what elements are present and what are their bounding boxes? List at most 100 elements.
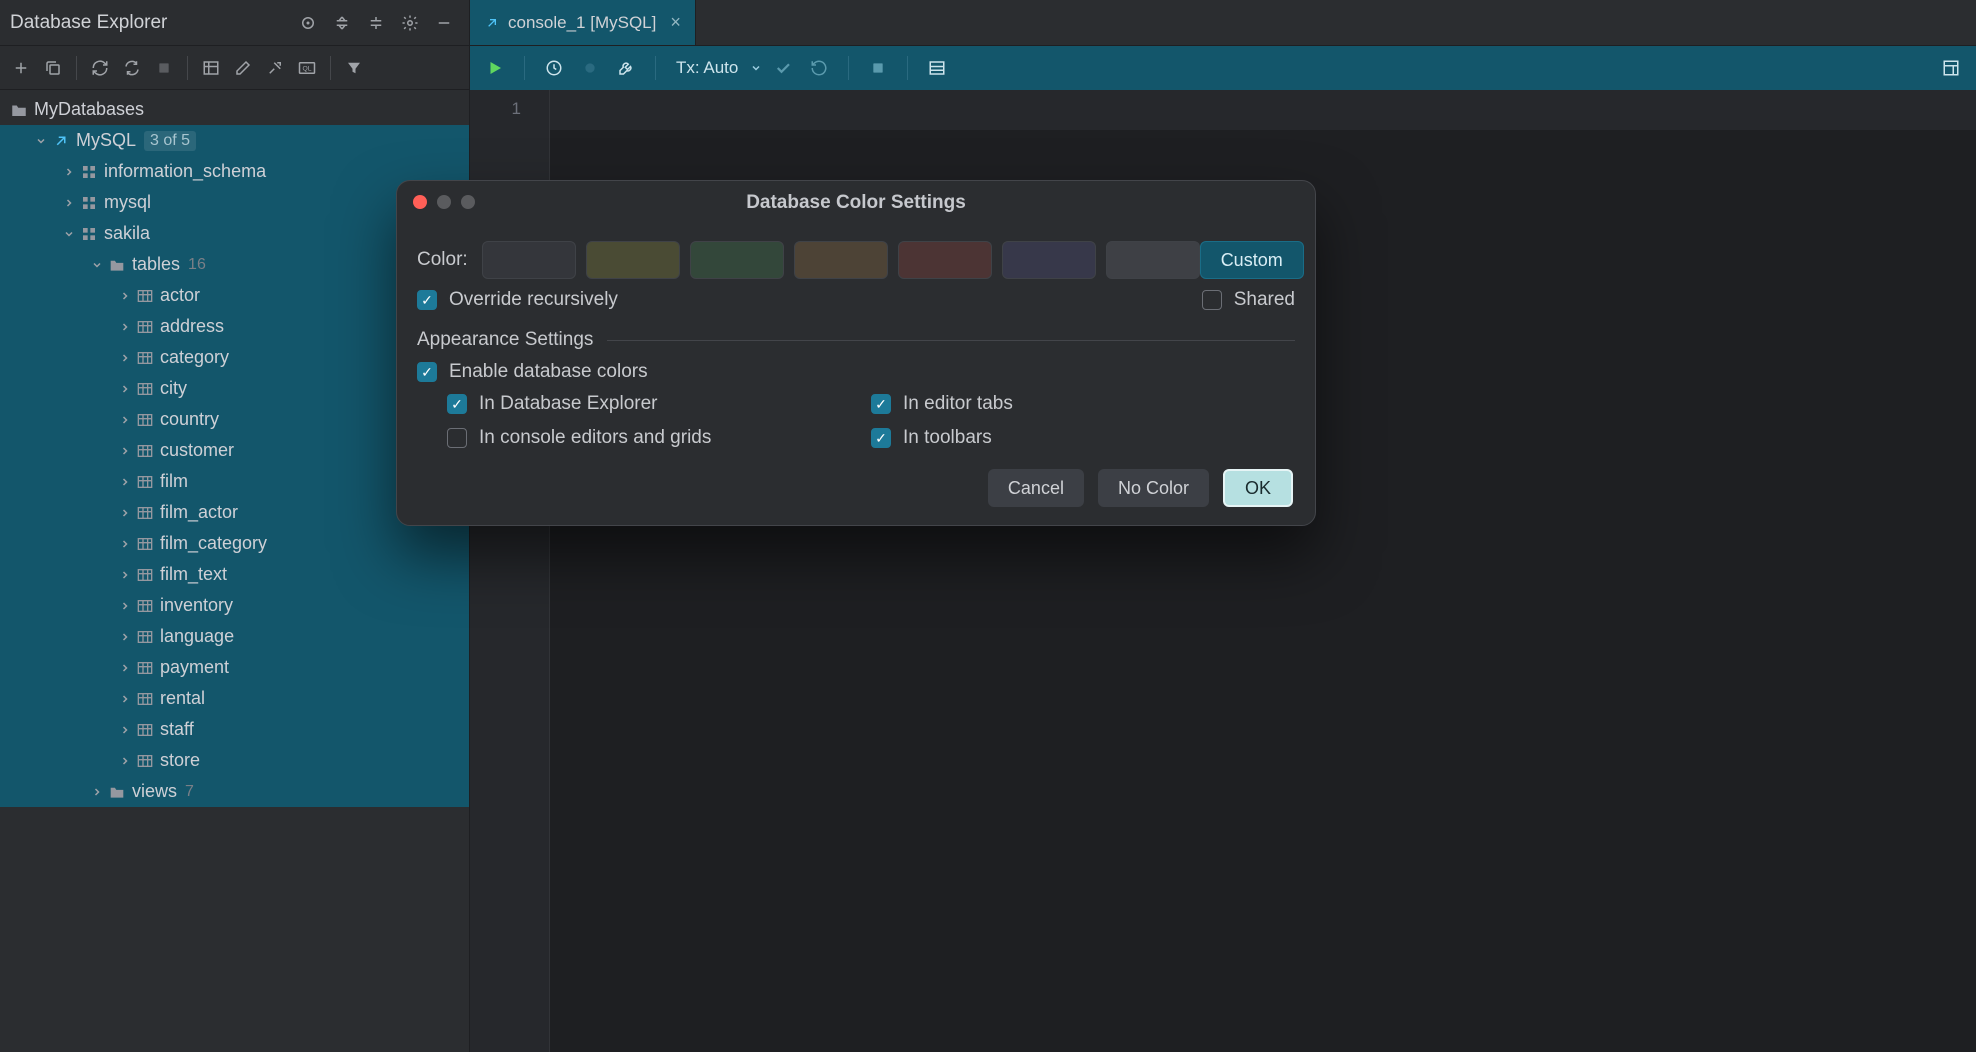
chevron-down-icon[interactable]	[32, 132, 50, 150]
tree-table[interactable]: rental	[0, 683, 469, 714]
folder-icon	[8, 102, 30, 118]
in-explorer-checkbox[interactable]	[447, 394, 467, 414]
chevron-down-icon[interactable]	[750, 62, 762, 74]
color-swatch[interactable]	[586, 241, 680, 279]
no-color-button[interactable]: No Color	[1098, 469, 1209, 507]
tab-label: console_1 [MySQL]	[508, 13, 656, 33]
chevron-right-icon[interactable]	[60, 194, 78, 212]
tree-datasource[interactable]: MySQL 3 of 5	[0, 125, 469, 156]
tree-table[interactable]: staff	[0, 714, 469, 745]
color-swatch[interactable]	[482, 241, 576, 279]
add-icon[interactable]	[6, 53, 36, 83]
tree-table[interactable]: film_text	[0, 559, 469, 590]
console-icon[interactable]: QL	[292, 53, 322, 83]
dot-icon[interactable]	[575, 53, 605, 83]
chevron-right-icon[interactable]	[116, 349, 134, 367]
color-swatch[interactable]	[1002, 241, 1096, 279]
chevron-right-icon[interactable]	[116, 442, 134, 460]
rollback-icon[interactable]	[804, 53, 834, 83]
node-label: film_actor	[160, 502, 238, 523]
line-number: 1	[470, 94, 549, 124]
layout-icon[interactable]	[1936, 53, 1966, 83]
chevron-right-icon[interactable]	[116, 287, 134, 305]
chevron-right-icon[interactable]	[116, 535, 134, 553]
chevron-right-icon[interactable]	[116, 411, 134, 429]
cancel-button[interactable]: Cancel	[988, 469, 1084, 507]
gear-icon[interactable]	[395, 8, 425, 38]
tree-table[interactable]: film_category	[0, 528, 469, 559]
minimize-icon[interactable]	[429, 8, 459, 38]
in-toolbars-checkbox[interactable]	[871, 428, 891, 448]
output-icon[interactable]	[922, 53, 952, 83]
chevron-right-icon[interactable]	[60, 163, 78, 181]
enable-colors-checkbox[interactable]	[417, 362, 437, 382]
window-min-icon[interactable]	[437, 195, 451, 209]
sync-icon[interactable]	[117, 53, 147, 83]
refresh-icon[interactable]	[85, 53, 115, 83]
tx-mode[interactable]: Tx: Auto	[676, 58, 738, 78]
stop-icon[interactable]	[149, 53, 179, 83]
table-icon	[134, 692, 156, 706]
tree-table[interactable]: inventory	[0, 590, 469, 621]
color-swatch[interactable]	[690, 241, 784, 279]
in-console-checkbox[interactable]	[447, 428, 467, 448]
in-tabs-checkbox[interactable]	[871, 394, 891, 414]
chevron-right-icon[interactable]	[116, 597, 134, 615]
ok-button[interactable]: OK	[1223, 469, 1293, 507]
stop-icon[interactable]	[863, 53, 893, 83]
node-label: film_category	[160, 533, 267, 554]
chevron-right-icon[interactable]	[116, 380, 134, 398]
chevron-right-icon[interactable]	[88, 783, 106, 801]
chevron-right-icon[interactable]	[116, 752, 134, 770]
color-swatch[interactable]	[1106, 241, 1200, 279]
table-icon	[134, 475, 156, 489]
history-icon[interactable]	[539, 53, 569, 83]
target-icon[interactable]	[293, 8, 323, 38]
chevron-right-icon[interactable]	[116, 628, 134, 646]
close-icon[interactable]: ×	[670, 12, 681, 33]
color-swatch[interactable]	[898, 241, 992, 279]
tree-table[interactable]: language	[0, 621, 469, 652]
tree-views-folder[interactable]: views 7	[0, 776, 469, 807]
chevron-right-icon[interactable]	[116, 566, 134, 584]
color-swatch[interactable]	[794, 241, 888, 279]
chevron-right-icon[interactable]	[116, 690, 134, 708]
chevron-right-icon[interactable]	[116, 318, 134, 336]
editor-tabbar: console_1 [MySQL] ×	[470, 0, 1976, 46]
table-icon[interactable]	[196, 53, 226, 83]
editor-tab[interactable]: console_1 [MySQL] ×	[470, 0, 696, 45]
custom-color-button[interactable]: Custom	[1200, 241, 1304, 279]
collapse-all-icon[interactable]	[361, 8, 391, 38]
chevron-right-icon[interactable]	[116, 504, 134, 522]
edit-icon[interactable]	[228, 53, 258, 83]
shared-checkbox[interactable]	[1202, 290, 1222, 310]
tree-table[interactable]: store	[0, 745, 469, 776]
filter-icon[interactable]	[339, 53, 369, 83]
dialog-titlebar[interactable]: Database Color Settings	[397, 181, 1315, 225]
commit-icon[interactable]	[768, 53, 798, 83]
chevron-down-icon[interactable]	[60, 225, 78, 243]
override-checkbox[interactable]	[417, 290, 437, 310]
tree-table[interactable]: payment	[0, 652, 469, 683]
chevron-right-icon[interactable]	[116, 473, 134, 491]
table-icon	[134, 289, 156, 303]
node-count: 16	[188, 256, 206, 274]
run-icon[interactable]	[480, 53, 510, 83]
window-max-icon[interactable]	[461, 195, 475, 209]
duplicate-icon[interactable]	[38, 53, 68, 83]
node-label: MySQL	[76, 130, 136, 151]
jump-icon[interactable]	[260, 53, 290, 83]
color-swatches	[482, 241, 1200, 279]
window-close-icon[interactable]	[413, 195, 427, 209]
wrench-icon[interactable]	[611, 53, 641, 83]
node-label: store	[160, 750, 200, 771]
chevron-down-icon[interactable]	[88, 256, 106, 274]
tree-root[interactable]: MyDatabases	[0, 94, 469, 125]
node-label: film_text	[160, 564, 227, 585]
chevron-right-icon[interactable]	[116, 721, 134, 739]
node-label: staff	[160, 719, 194, 740]
folder-icon	[106, 258, 128, 272]
expand-all-icon[interactable]	[327, 8, 357, 38]
chevron-right-icon[interactable]	[116, 659, 134, 677]
table-icon	[134, 382, 156, 396]
